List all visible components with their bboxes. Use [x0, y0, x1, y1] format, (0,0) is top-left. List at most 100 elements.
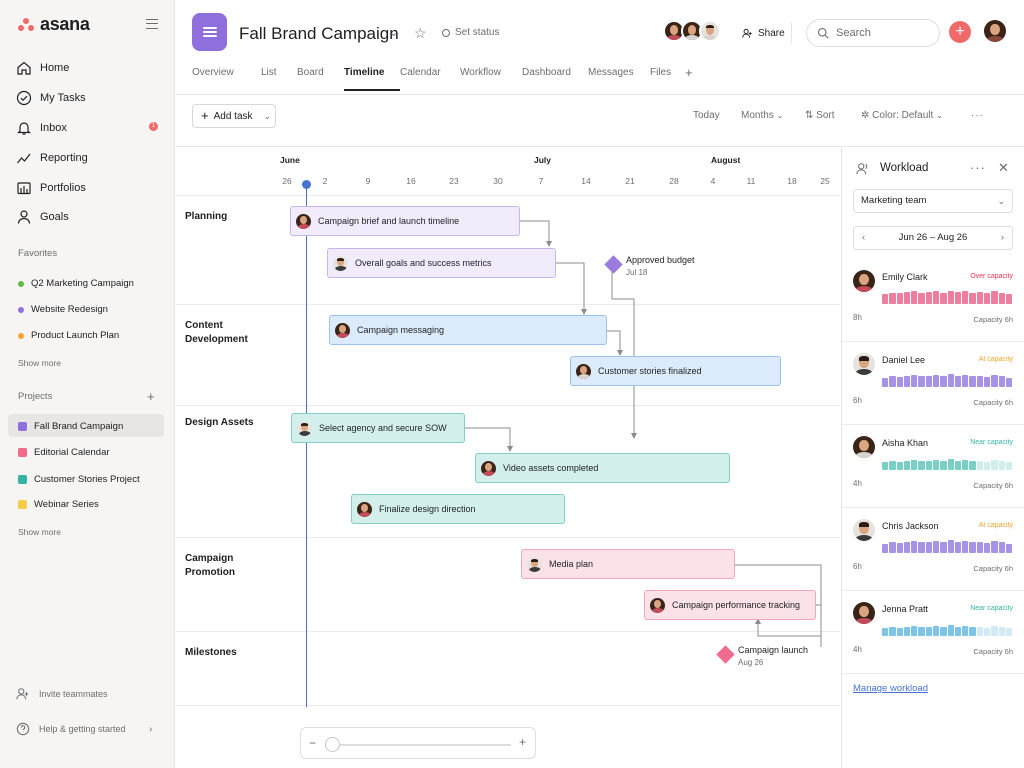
tab-dashboard[interactable]: Dashboard — [522, 67, 588, 80]
workload-person-row[interactable]: Chris Jackson At capacity 6h Capacity 6h — [842, 509, 1024, 591]
project-title[interactable]: Fall Brand Campaign — [239, 24, 399, 44]
workload-bar — [1005, 628, 1013, 636]
workload-bar — [932, 375, 940, 387]
workload-bar — [896, 543, 903, 553]
task-bar[interactable]: Campaign brief and launch timeline — [290, 206, 520, 236]
nav-reporting[interactable]: Reporting — [16, 150, 88, 166]
person-name: Aisha Khan — [882, 438, 929, 448]
chevron-right-icon[interactable]: › — [1001, 227, 1004, 249]
help-label: Help & getting started — [39, 724, 126, 734]
zoom-slider[interactable]: − + — [300, 727, 536, 759]
close-icon[interactable]: ✕ — [998, 160, 1009, 176]
add-tab-icon[interactable]: + — [685, 65, 693, 80]
set-status-button[interactable]: Set status — [442, 27, 499, 38]
share-button[interactable]: Share — [736, 22, 792, 44]
months-dropdown[interactable]: Months ⌄ — [741, 110, 783, 121]
manage-workload-link[interactable]: Manage workload — [853, 683, 928, 694]
task-bar[interactable]: Campaign performance tracking — [644, 590, 816, 620]
add-task-button[interactable]: + Add task ⌄ — [192, 104, 276, 128]
chevron-left-icon[interactable]: ‹ — [862, 227, 865, 249]
tab-list[interactable]: List — [261, 67, 297, 80]
task-label: Select agency and secure SOW — [319, 423, 447, 433]
project-editorial-calendar[interactable]: Editorial Calendar — [18, 447, 110, 458]
favorite-product-launch[interactable]: Product Launch Plan — [18, 330, 119, 341]
more-options-icon[interactable]: ··· — [971, 110, 984, 121]
nav-home[interactable]: Home — [16, 60, 69, 76]
workload-person-row[interactable]: Emily Clark Over capacity 8h Capacity 6h — [842, 260, 1024, 342]
milestone[interactable]: Campaign launch Aug 26 — [716, 645, 808, 667]
tab-messages[interactable]: Messages — [588, 67, 650, 80]
zoom-track[interactable] — [327, 744, 511, 746]
color-dropdown[interactable]: ✲ Color: Default ⌄ — [861, 110, 943, 121]
tab-calendar[interactable]: Calendar — [400, 67, 460, 80]
task-bar[interactable]: Overall goals and success metrics — [327, 248, 556, 278]
user-avatar[interactable] — [984, 20, 1006, 42]
task-bar[interactable]: Finalize design direction — [351, 494, 565, 524]
nav-label: Home — [40, 62, 70, 74]
asana-logo[interactable]: asana — [18, 14, 90, 35]
milestone[interactable]: Approved budget Jul 18 — [604, 255, 695, 277]
help-getting-started[interactable]: Help & getting started — [16, 722, 126, 736]
member-avatars[interactable] — [663, 20, 721, 42]
milestone-date: Aug 26 — [738, 658, 764, 667]
tab-files[interactable]: Files — [650, 67, 685, 80]
zoom-out-icon[interactable]: − — [309, 736, 316, 750]
day-tick: 2 — [322, 176, 328, 186]
nav-goals[interactable]: Goals — [16, 209, 69, 225]
task-bar[interactable]: Campaign messaging — [329, 315, 607, 345]
person-name: Daniel Lee — [882, 355, 926, 365]
chevron-down-icon: ⌄ — [936, 111, 943, 120]
more-options-icon[interactable]: ··· — [970, 160, 986, 175]
timeline-toolbar: + Add task ⌄ Today Months ⌄ ⇅ Sort ✲ Col… — [176, 96, 1024, 146]
today-button[interactable]: Today — [693, 110, 720, 121]
workload-bar — [911, 541, 918, 553]
tab-board[interactable]: Board — [297, 67, 344, 80]
search-placeholder: Search — [836, 27, 871, 39]
project-webinar-series[interactable]: Webinar Series — [18, 499, 99, 510]
capacity-status: At capacity — [978, 356, 1013, 363]
person-capacity: Capacity 6h — [973, 315, 1013, 324]
logo-icon — [18, 17, 34, 32]
date-range-picker[interactable]: ‹ Jun 26 – Aug 26 › — [853, 226, 1013, 250]
day-tick: 23 — [449, 176, 459, 186]
search-input[interactable]: Search — [806, 19, 940, 47]
workload-bar — [1005, 378, 1013, 387]
workload-person-row[interactable]: Jenna Pratt Near capacity 4h Capacity 6h — [842, 592, 1024, 674]
nav-my-tasks[interactable]: My Tasks — [16, 90, 86, 106]
team-select[interactable]: Marketing team ⌄ — [853, 189, 1013, 213]
favorites-heading: Favorites — [18, 248, 58, 259]
tab-overview[interactable]: Overview — [192, 67, 261, 80]
person-capacity: Capacity 6h — [973, 564, 1013, 573]
workload-bar — [969, 376, 976, 387]
menu-toggle-icon[interactable] — [146, 19, 158, 29]
tab-timeline[interactable]: Timeline — [344, 67, 400, 91]
day-tick: 30 — [493, 176, 503, 186]
tab-workflow[interactable]: Workflow — [460, 67, 522, 80]
chevron-down-icon[interactable]: ⌄ — [264, 111, 272, 122]
task-bar[interactable]: Video assets completed — [475, 453, 730, 483]
task-bar[interactable]: Media plan — [521, 549, 735, 579]
task-bar[interactable]: Customer stories finalized — [570, 356, 781, 386]
create-button[interactable]: + — [949, 21, 971, 43]
task-bar[interactable]: Select agency and secure SOW — [291, 413, 465, 443]
invite-teammates[interactable]: Invite teammates — [16, 687, 108, 701]
workload-person-row[interactable]: Aisha Khan Near capacity 4h Capacity 6h — [842, 426, 1024, 508]
project-fall-brand[interactable]: Fall Brand Campaign — [18, 421, 123, 432]
nav-inbox[interactable]: Inbox — [16, 120, 67, 136]
project-customer-stories[interactable]: Customer Stories Project — [18, 474, 140, 485]
zoom-handle[interactable] — [325, 737, 340, 752]
favorite-q2-marketing[interactable]: Q2 Marketing Campaign — [18, 278, 134, 289]
projects-show-more[interactable]: Show more — [18, 527, 61, 537]
favorite-website-redesign[interactable]: Website Redesign — [18, 304, 108, 315]
sort-button[interactable]: ⇅ Sort — [805, 110, 835, 121]
star-icon[interactable]: ☆ — [414, 25, 427, 42]
add-project-icon[interactable]: + — [147, 389, 155, 404]
workload-bar — [932, 291, 940, 304]
project-color-dot — [18, 306, 24, 313]
chevron-right-icon[interactable]: › — [149, 724, 152, 735]
chevron-down-icon[interactable]: ⌄ — [389, 26, 398, 39]
workload-person-row[interactable]: Daniel Lee At capacity 6h Capacity 6h — [842, 343, 1024, 425]
nav-portfolios[interactable]: Portfolios — [16, 180, 86, 196]
favorites-show-more[interactable]: Show more — [18, 358, 61, 368]
zoom-in-icon[interactable]: + — [519, 735, 526, 749]
